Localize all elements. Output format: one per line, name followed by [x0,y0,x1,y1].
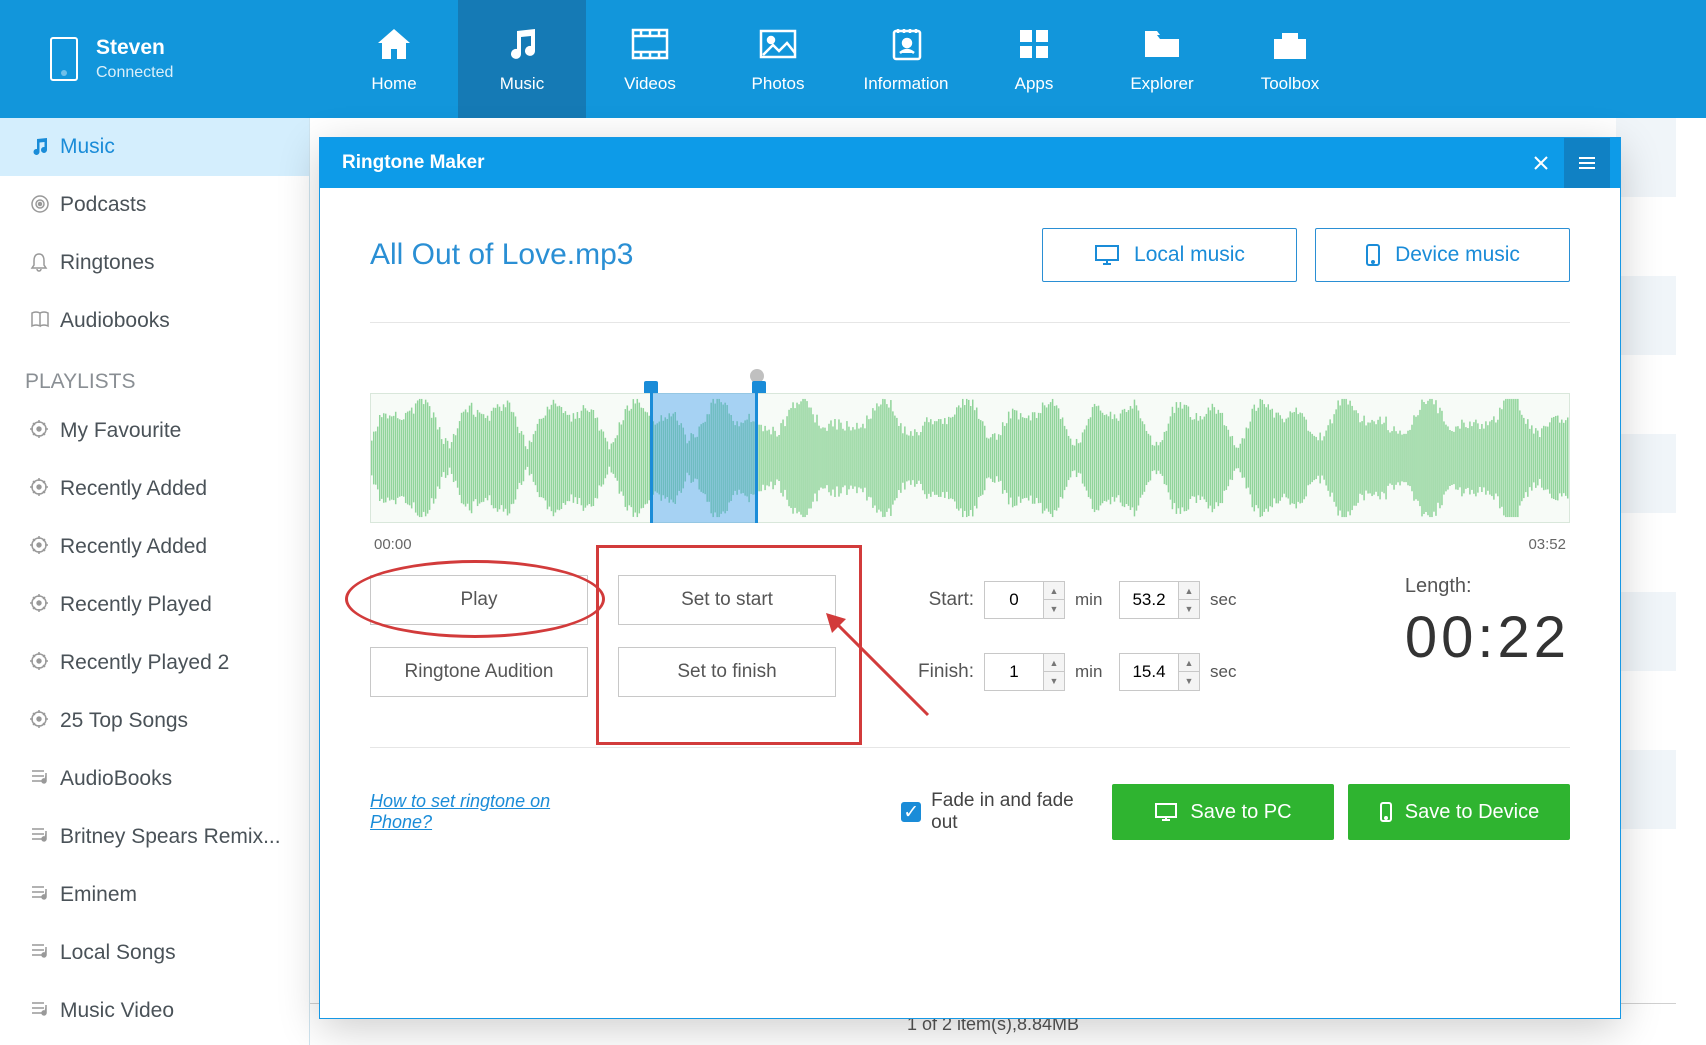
phone-icon [1365,243,1381,267]
list-icon [30,942,52,964]
playlist-item[interactable]: AudioBooks [0,750,309,808]
gear-icon [30,710,52,732]
music-icon [502,24,542,64]
fade-checkbox[interactable]: ✓ [901,802,921,822]
start-label: Start: [906,589,974,611]
playlist-item[interactable]: Recently Played [0,576,309,634]
play-button[interactable]: Play [370,575,588,625]
gear-icon [30,536,52,558]
list-icon [30,826,52,848]
spinner-up-icon[interactable]: ▲ [1044,582,1064,600]
finish-sec-input[interactable]: ▲▼ [1119,653,1200,691]
save-to-pc-button[interactable]: Save to PC [1112,784,1334,840]
filename: All Out of Love.mp3 [370,238,633,272]
playlist-item[interactable]: My Favourite [0,402,309,460]
playlist-item[interactable]: Recently Added [0,460,309,518]
playlist-item[interactable]: Music Video [0,982,309,1040]
save-to-device-button[interactable]: Save to Device [1348,784,1570,840]
topbar: Steven Connected Home Music Videos Photo… [0,0,1706,118]
set-to-start-button[interactable]: Set to start [618,575,836,625]
playlist-item[interactable]: Eminem [0,866,309,924]
spinner-up-icon[interactable]: ▲ [1179,654,1199,672]
finish-label: Finish: [906,661,974,683]
videos-icon [630,24,670,64]
sidebar-item-audiobooks[interactable]: Audiobooks [0,292,309,350]
sidebar-item-ringtones[interactable]: Ringtones [0,234,309,292]
howto-link[interactable]: How to set ringtone on Phone? [370,791,603,833]
apps-icon [1014,24,1054,64]
tab-music[interactable]: Music [458,0,586,118]
playlists-heading: PLAYLISTS [0,350,309,402]
device-music-button[interactable]: Device music [1315,228,1570,282]
playlist-item[interactable]: Local Songs [0,924,309,982]
monitor-icon [1094,244,1120,266]
bell-icon [30,252,52,274]
list-icon [30,768,52,790]
tab-explorer[interactable]: Explorer [1098,0,1226,118]
start-sec-input[interactable]: ▲▼ [1119,581,1200,619]
modal-titlebar: Ringtone Maker [320,138,1620,188]
menu-button[interactable] [1564,138,1610,188]
phone-icon [50,37,78,81]
spinner-down-icon[interactable]: ▼ [1044,600,1064,618]
set-to-finish-button[interactable]: Set to finish [618,647,836,697]
device-info: Steven Connected [0,0,330,118]
list-icon [30,1000,52,1022]
music-icon [30,136,52,158]
ringtone-maker-modal: Ringtone Maker All Out of Love.mp3 Local… [320,138,1620,1018]
explorer-icon [1142,24,1182,64]
time-start: 00:00 [374,536,412,553]
gear-icon [30,652,52,674]
playlist-item[interactable]: Recently Added [0,518,309,576]
spinner-down-icon[interactable]: ▼ [1179,600,1199,618]
tab-home[interactable]: Home [330,0,458,118]
home-icon [374,24,414,64]
photos-icon [758,24,798,64]
finish-min-input[interactable]: ▲▼ [984,653,1065,691]
monitor-icon [1154,802,1178,822]
time-end: 03:52 [1528,536,1566,553]
phone-icon [1379,801,1393,823]
waveform-selection[interactable] [650,393,758,523]
sidebar: Music Podcasts Ringtones Audiobooks PLAY… [0,118,310,1045]
toolbox-icon [1270,24,1310,64]
close-button[interactable] [1518,138,1564,188]
playlist-item[interactable]: Recently Played 2 [0,634,309,692]
podcast-icon [30,194,52,216]
gear-icon [30,594,52,616]
tab-photos[interactable]: Photos [714,0,842,118]
gear-icon [30,420,52,442]
local-music-button[interactable]: Local music [1042,228,1297,282]
spinner-up-icon[interactable]: ▲ [1044,654,1064,672]
tab-videos[interactable]: Videos [586,0,714,118]
device-status: Connected [96,64,173,82]
sidebar-item-podcasts[interactable]: Podcasts [0,176,309,234]
fade-label: Fade in and fade out [931,790,1094,834]
gear-icon [30,478,52,500]
ringtone-audition-button[interactable]: Ringtone Audition [370,647,588,697]
spinner-up-icon[interactable]: ▲ [1179,582,1199,600]
spinner-down-icon[interactable]: ▼ [1179,672,1199,690]
tab-information[interactable]: Information [842,0,970,118]
information-icon [886,24,926,64]
waveform-area[interactable] [370,363,1570,528]
book-icon [30,310,52,332]
length-display: Length: 00:22 [1405,575,1570,671]
sidebar-item-music[interactable]: Music [0,118,309,176]
start-min-input[interactable]: ▲▼ [984,581,1065,619]
list-icon [30,884,52,906]
spinner-down-icon[interactable]: ▼ [1044,672,1064,690]
playlist-item[interactable]: Britney Spears Remix... [0,808,309,866]
playlist-item[interactable]: 25 Top Songs [0,692,309,750]
tab-apps[interactable]: Apps [970,0,1098,118]
tab-toolbox[interactable]: Toolbox [1226,0,1354,118]
waveform[interactable] [370,393,1570,523]
device-name: Steven [96,36,173,60]
